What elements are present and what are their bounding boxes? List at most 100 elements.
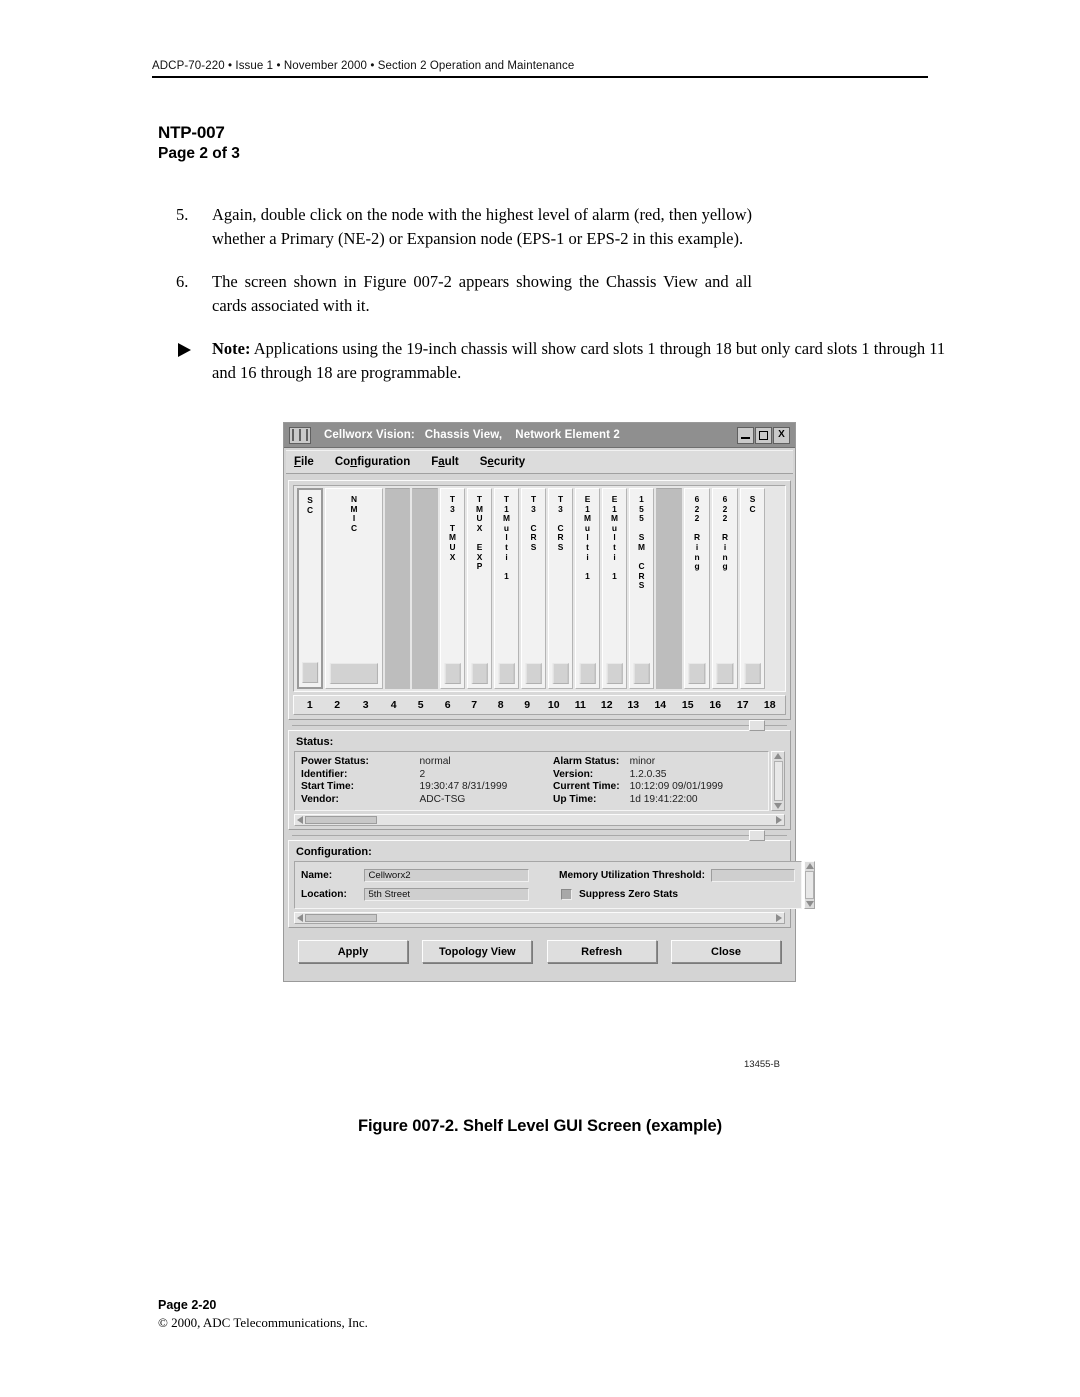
menu-file-label: ile <box>301 456 314 468</box>
status-row-start-time: Start Time: 19:30:47 8/31/1999 <box>301 781 553 794</box>
card-slot-9[interactable]: T 3 C R S <box>521 488 546 689</box>
note-text: Note: Applications using the 19-inch cha… <box>212 337 946 384</box>
scrollbar-thumb[interactable] <box>305 914 377 923</box>
card-slot-5-empty[interactable] <box>412 488 438 689</box>
scroll-up-icon[interactable] <box>774 753 782 759</box>
status-row-vendor: Vendor: ADC-TSG <box>301 794 553 807</box>
memory-threshold-input[interactable] <box>711 869 796 883</box>
status-horizontal-scrollbar[interactable] <box>294 814 785 827</box>
dialog-button-bar: Apply Topology View Refresh Close <box>288 928 791 977</box>
name-label: Name: <box>301 870 333 882</box>
figure-caption: Figure 007-2. Shelf Level GUI Screen (ex… <box>357 1117 723 1135</box>
memory-threshold-label: Memory Utilization Threshold: <box>559 870 706 882</box>
location-input[interactable]: 5th Street <box>364 888 530 902</box>
window-titlebar[interactable]: Cellworx Vision: Chassis View, Network E… <box>284 423 795 448</box>
status-row-up-time: Up Time: 1d 19:41:22:00 <box>553 794 723 807</box>
minimize-button[interactable] <box>737 426 754 444</box>
field-label: Power Status: <box>301 756 369 767</box>
scroll-right-icon[interactable] <box>776 816 782 825</box>
card-slot-15[interactable]: 6 2 2 R i n g <box>684 488 710 689</box>
field-label: Alarm Status: <box>553 756 620 767</box>
scrollbar-track[interactable] <box>303 815 776 825</box>
card-label: E 1 M u l t i 1 <box>584 494 591 581</box>
field-label: Version: <box>553 768 594 780</box>
splitter-knob[interactable] <box>749 720 765 731</box>
slot-number-12: 12 <box>600 699 613 711</box>
card-handle <box>688 663 706 684</box>
slot-number-8: 8 <box>497 699 504 711</box>
field-value: ADC-TSG <box>419 793 466 805</box>
scroll-right-icon[interactable] <box>776 914 782 923</box>
topology-view-button[interactable]: Topology View <box>422 940 533 964</box>
window-menu-icon[interactable] <box>289 426 311 444</box>
card-label: 1 5 5 S M C R S <box>638 494 645 591</box>
card-label: N M I C <box>350 494 358 533</box>
status-fields: Power Status: normal Identifier: 2 Start T… <box>294 751 769 812</box>
scroll-down-icon[interactable] <box>805 901 814 908</box>
ntp-title-block: NTP-007 Page 2 of 3 <box>158 122 240 164</box>
apply-button[interactable]: Apply <box>298 940 408 964</box>
card-slot-14-empty[interactable] <box>656 488 682 689</box>
card-handle <box>471 663 488 684</box>
chassis-panel: S C N M I C T 3 T M U X T M U X E X P T … <box>288 480 791 720</box>
card-slot-6[interactable]: T 3 T M U X <box>440 488 465 689</box>
card-label: T 3 C R S <box>530 494 537 552</box>
menu-fault[interactable]: Fault <box>431 456 459 468</box>
card-slot-12[interactable]: E 1 M u l t i 1 <box>602 488 627 689</box>
menubar: File Configuration Fault Security <box>286 450 793 474</box>
card-handle <box>716 663 734 684</box>
ntp-number: NTP-007 <box>158 123 225 142</box>
status-vertical-scrollbar[interactable] <box>771 751 785 812</box>
slot-number-7: 7 <box>471 699 478 711</box>
suppress-zero-stats-checkbox[interactable] <box>561 889 572 901</box>
page-header: ADCP-70-220 • Issue 1 • November 2000 • … <box>152 60 928 78</box>
configuration-row-name: Name: Cellworx2 <box>301 866 559 885</box>
splitter-status[interactable] <box>288 720 791 731</box>
card-label: T M U X E X P <box>476 494 483 572</box>
card-slot-4-empty[interactable] <box>385 488 410 689</box>
card-handle <box>302 662 318 683</box>
card-handle <box>579 663 596 684</box>
refresh-button[interactable]: Refresh <box>546 940 657 964</box>
card-slot-8[interactable]: T 1 M u l t i 1 <box>494 488 519 689</box>
slot-number-3: 3 <box>362 699 369 711</box>
card-slot-7[interactable]: T M U X E X P <box>467 488 492 689</box>
card-label: T 3 C R S <box>557 494 564 552</box>
scrollbar-thumb[interactable] <box>305 816 377 825</box>
splitter-knob[interactable] <box>749 830 765 842</box>
card-slot-16[interactable]: 6 2 2 R i n g <box>712 488 738 689</box>
close-dialog-button[interactable]: Close <box>670 940 781 964</box>
card-label: E 1 M u l t i 1 <box>611 494 618 581</box>
status-right-column: Alarm Status: minor Version: 1.2.0.35 Curr… <box>553 756 723 806</box>
scrollbar-track[interactable] <box>303 913 776 923</box>
scroll-down-icon[interactable] <box>774 803 782 810</box>
configuration-horizontal-scrollbar[interactable] <box>294 912 785 925</box>
card-slot-13[interactable]: 1 5 5 S M C R S <box>629 488 654 689</box>
location-label: Location: <box>301 889 347 901</box>
card-slot-17-18[interactable]: S C <box>740 488 765 689</box>
menu-security[interactable]: Security <box>480 456 525 468</box>
slot-number-14: 14 <box>654 699 667 711</box>
status-row-current-time: Current Time: 10:12:09 09/01/1999 <box>553 781 723 794</box>
running-head: ADCP-70-220 • Issue 1 • November 2000 • … <box>152 60 575 72</box>
card-slot-2-3[interactable]: N M I C <box>325 488 383 689</box>
suppress-zero-stats-label: Suppress Zero Stats <box>579 889 679 901</box>
menu-configuration[interactable]: Configuration <box>335 456 410 468</box>
maximize-button[interactable] <box>755 426 772 444</box>
name-input[interactable]: Cellworx2 <box>364 869 530 883</box>
card-slot-11[interactable]: E 1 M u l t i 1 <box>575 488 600 689</box>
card-handle <box>606 663 623 684</box>
configuration-vertical-scrollbar[interactable] <box>804 861 816 910</box>
close-button[interactable]: X <box>773 426 790 444</box>
card-label: S C <box>749 494 756 514</box>
menu-file[interactable]: File <box>294 456 314 468</box>
field-label: Identifier: <box>301 768 348 780</box>
scroll-up-icon[interactable] <box>805 863 814 870</box>
card-slot-1[interactable]: S C <box>297 488 323 689</box>
scrollbar-thumb[interactable] <box>805 871 815 900</box>
card-slot-10[interactable]: T 3 C R S <box>548 488 573 689</box>
splitter-configuration[interactable] <box>288 830 791 842</box>
card-label: S C <box>306 495 314 515</box>
scrollbar-thumb[interactable] <box>773 761 783 802</box>
status-row-alarm: Alarm Status: minor <box>553 756 723 769</box>
